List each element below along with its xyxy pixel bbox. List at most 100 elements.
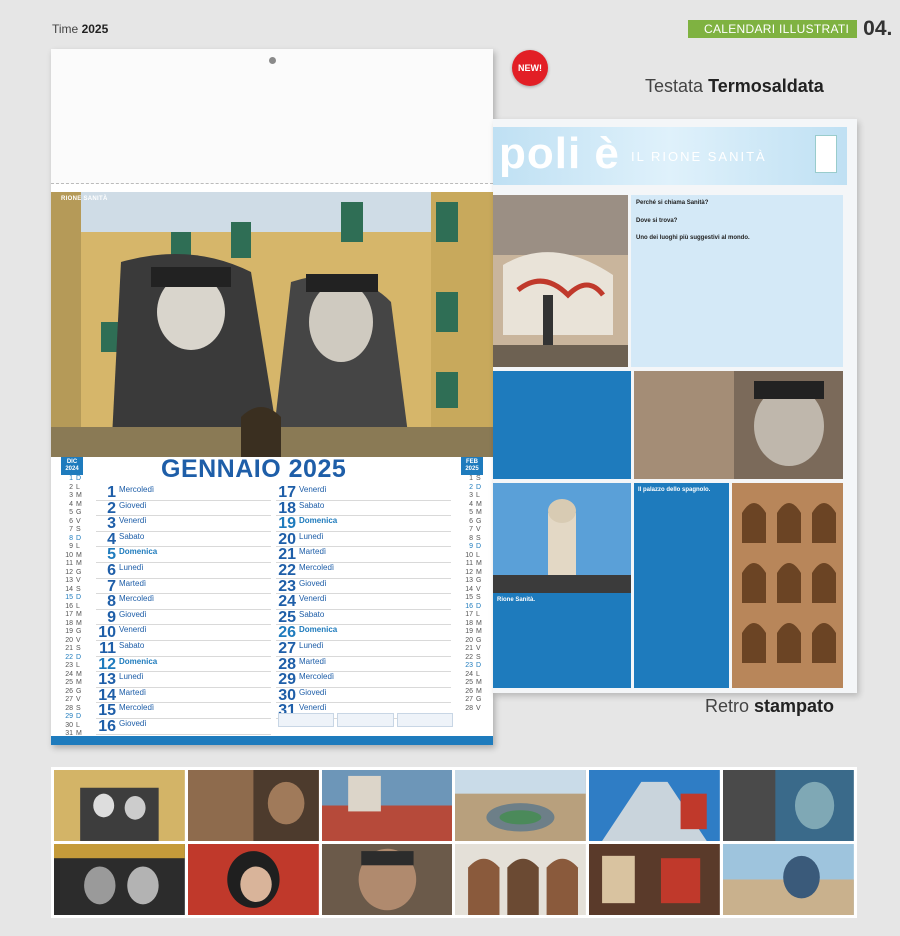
mini-day: 30 L	[65, 721, 80, 729]
brand-label: Time 2025	[52, 22, 108, 36]
thumbnail-6	[723, 770, 854, 841]
day-name: Martedì	[299, 656, 327, 666]
day-row: 9 Giovedì	[96, 609, 271, 626]
caption-bottom-plain: Retro	[705, 696, 750, 716]
day-row: 2 Giovedì	[96, 500, 271, 517]
day-row: 23 Giovedì	[276, 578, 451, 595]
mini-day: 2L	[69, 483, 80, 491]
footer-box	[396, 713, 453, 727]
mini-day: 18 M	[65, 619, 82, 627]
day-row: 12 Domenica	[96, 656, 271, 673]
mini-day: 29 D	[65, 713, 82, 720]
brand-year: 2025	[81, 22, 109, 36]
photo-caption: RIONE SANITÀ	[61, 196, 108, 202]
mural-building-image	[51, 192, 493, 457]
caption-bottom: Retro stampato	[705, 696, 834, 717]
mini-day: 12 G	[65, 568, 82, 576]
thumbnail-7	[54, 844, 185, 915]
day-name: Sabato	[299, 500, 325, 510]
spread-header: poli è IL RIONE SANITÀ	[493, 127, 847, 185]
day-number: 16	[98, 717, 116, 735]
brand-prefix: Time	[52, 22, 79, 36]
mini-day: 2D	[469, 483, 482, 491]
day-name: Venerdì	[299, 703, 327, 713]
mini-day: 12 M	[465, 568, 482, 576]
day-row: 20 Lunedì	[276, 531, 451, 548]
palazzo-spagnolo-photo	[732, 483, 843, 688]
mini-day: 10 M	[65, 551, 82, 559]
spread-head-subtitle: IL RIONE SANITÀ	[631, 149, 767, 164]
mini-next-month: FEB	[466, 459, 478, 465]
day-name: Venerdì	[299, 485, 327, 494]
mini-day: 24 M	[65, 670, 82, 678]
day-name: Giovedì	[119, 609, 147, 619]
day-name: Domenica	[299, 625, 338, 635]
thumbnail-12	[723, 844, 854, 915]
day-row: 17 Venerdì	[276, 484, 451, 501]
mural-face-photo	[634, 371, 843, 479]
day-name: Domenica	[299, 516, 338, 526]
day-row: 24 Venerdì	[276, 593, 451, 610]
thumbnail-8	[187, 844, 319, 915]
mini-day: 28 V	[465, 704, 481, 712]
mini-prev-header: DIC 2024	[61, 457, 83, 475]
day-row: 7 Martedì	[96, 578, 271, 595]
day-row: 14 Martedì	[96, 687, 271, 704]
day-name: Venerdì	[119, 625, 147, 635]
day-name: Venerdì	[119, 516, 147, 526]
mini-day: 25 M	[65, 679, 82, 686]
mini-day: 27 G	[465, 696, 482, 703]
mini-next-year: 2025	[465, 466, 479, 472]
mini-day: 5M	[469, 509, 482, 516]
mini-day: 1S	[469, 475, 481, 482]
blue-text-block-2: Rione Sanità.	[493, 593, 631, 688]
mini-day: 22 D	[65, 653, 82, 661]
question-1: Perché si chiama Sanità?	[636, 200, 709, 206]
day-row: 18 Sabato	[276, 500, 451, 517]
mini-day: 9L	[69, 543, 80, 550]
day-row: 22 Mercoledì	[276, 562, 451, 579]
calendar-bottom-strip	[51, 736, 493, 745]
mini-day: 7V	[469, 526, 481, 533]
mini-day: 1D	[69, 475, 82, 482]
day-name: Martedì	[299, 547, 327, 557]
day-name: Martedì	[119, 687, 147, 697]
mini-next-header: FEB 2025	[461, 457, 483, 475]
mini-day: 17 M	[65, 611, 82, 618]
blue-text-block-1	[493, 371, 631, 479]
mini-day: 11 M	[65, 560, 82, 567]
thumbnail-11	[589, 844, 721, 915]
calendar-photo: RIONE SANITÀ	[51, 192, 493, 457]
day-name: Sabato	[119, 640, 145, 650]
day-row: 11 Sabato	[96, 640, 271, 657]
day-row: 1 Mercoledì	[96, 484, 271, 501]
mini-day: 15 D	[65, 594, 82, 601]
day-name: Mercoledì	[119, 703, 155, 713]
mini-prev-month: DIC	[66, 459, 78, 465]
mini-day: 10 L	[465, 551, 480, 559]
footer-box	[337, 713, 394, 727]
new-badge: NEW!	[512, 50, 548, 86]
days-column-1: 1 Mercoledì 2 Giovedì 3 Venerdì 4 Sabato 5 Domeni…	[96, 484, 271, 735]
thumbnail-3	[321, 770, 453, 841]
day-name: Domenica	[119, 656, 158, 666]
day-row: 15 Mercoledì	[96, 702, 271, 719]
mini-day: 20 V	[65, 636, 81, 644]
calendar-header-strip	[51, 49, 493, 184]
page-number: 04.	[863, 17, 893, 40]
calendar-back-spread: poli è IL RIONE SANITÀ Perché si chiama …	[493, 119, 857, 693]
pefc-logo	[815, 135, 837, 173]
spread-head-title: poli è	[499, 129, 620, 178]
caption-top: Testata Termosaldata	[645, 76, 824, 97]
day-row: 16 Giovedì	[96, 717, 271, 735]
mini-day: 3L	[469, 492, 480, 499]
mini-day: 25 M	[465, 679, 482, 686]
month-name: GENNAIO	[161, 455, 282, 483]
day-name: Giovedì	[119, 500, 147, 510]
day-row: 26 Domenica	[276, 624, 451, 641]
mini-day: 19 M	[465, 628, 482, 635]
question-4: Il palazzo dello spagnolo.	[638, 487, 711, 493]
day-name: Martedì	[119, 578, 147, 588]
hang-hole	[269, 57, 276, 64]
thumbnail-1	[54, 770, 185, 841]
